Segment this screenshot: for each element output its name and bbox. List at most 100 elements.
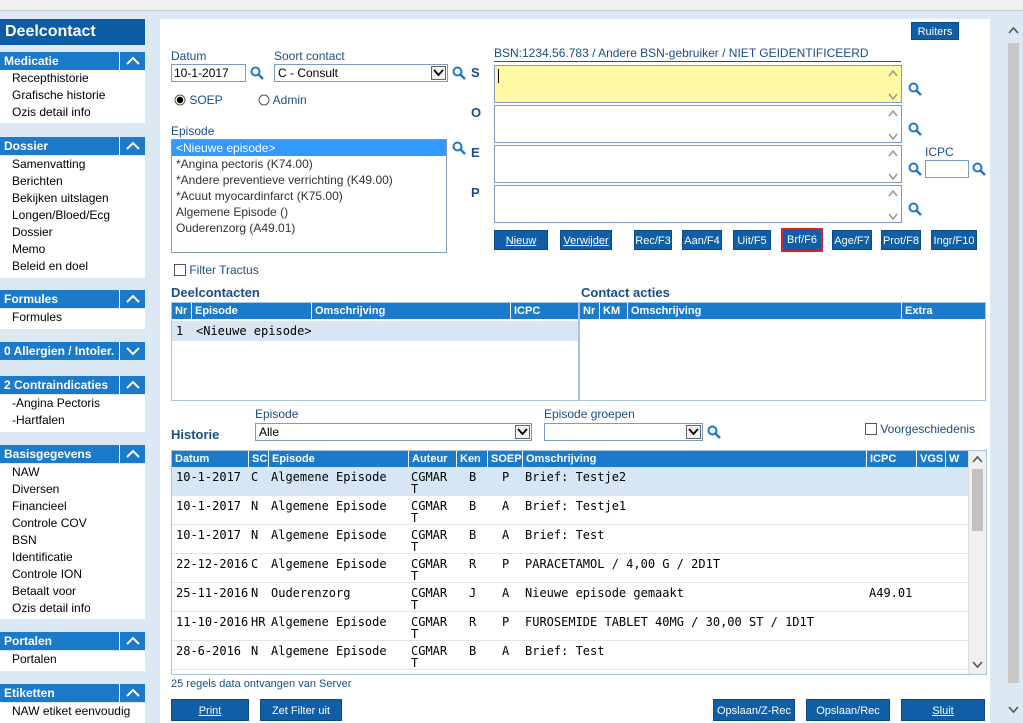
soep-o-textarea[interactable]: [494, 105, 902, 143]
scroll-up-icon[interactable]: [1004, 24, 1023, 38]
col-episode[interactable]: Episode: [191, 303, 238, 319]
table-row[interactable]: 25-11-2016 N Ouderenzorg CGMAR J A Nieuwe epis…: [172, 583, 968, 612]
search-icon[interactable]: [908, 122, 922, 136]
search-icon[interactable]: [972, 162, 986, 176]
search-icon[interactable]: [707, 425, 721, 439]
chevron-down-icon[interactable]: [686, 425, 701, 439]
sidebar-item-formules[interactable]: Formules: [0, 309, 145, 326]
sluit-button[interactable]: Sluit: [901, 699, 985, 721]
chevron-up-icon[interactable]: [119, 290, 145, 308]
prot-f8-button[interactable]: Prot/F8: [881, 230, 921, 250]
chevron-down-icon[interactable]: [431, 66, 446, 80]
sidebar-item-diversen[interactable]: Diversen: [0, 481, 145, 498]
episode-groepen-select[interactable]: [544, 423, 703, 441]
sidebar-item-beleid[interactable]: Beleid en doel: [0, 258, 145, 275]
scroll-thumb[interactable]: [972, 469, 983, 531]
voorgeschiedenis-checkbox[interactable]: Voorgeschiedenis: [865, 422, 975, 436]
table-row[interactable]: 28-6-2016 N Algemene Episode CGMAR B A Brief: …: [172, 641, 968, 670]
sidebar-item-identificatie[interactable]: Identificatie: [0, 549, 145, 566]
section-header-formules[interactable]: Formules: [0, 290, 145, 308]
sidebar-item-hartfalen[interactable]: -Hartfalen: [0, 412, 145, 429]
col-omschrijving[interactable]: Omschrijving: [311, 303, 385, 319]
historie-scrollbar[interactable]: [968, 451, 986, 674]
textarea-scroll-icon[interactable]: [886, 107, 900, 143]
ruiters-button[interactable]: Ruiters: [911, 22, 959, 40]
soep-e-textarea[interactable]: [494, 145, 902, 183]
section-header-medicatie[interactable]: Medicatie: [0, 52, 145, 70]
opslaan-rec-button[interactable]: Opslaan/Rec: [806, 699, 890, 721]
col-nr[interactable]: Nr: [172, 303, 187, 319]
col-extra[interactable]: Extra: [901, 303, 933, 319]
icpc-input[interactable]: [925, 160, 969, 178]
sidebar-item-memo[interactable]: Memo: [0, 241, 145, 258]
soep-p-textarea[interactable]: [494, 185, 902, 223]
episode-list[interactable]: <Nieuwe episode> *Angina pectoris (K74.0…: [171, 139, 447, 253]
section-header-dossier[interactable]: Dossier: [0, 137, 145, 155]
episode-item-selected[interactable]: <Nieuwe episode>: [172, 140, 446, 156]
search-icon[interactable]: [452, 66, 466, 80]
ingr-f10-button[interactable]: Ingr/F10: [931, 230, 977, 250]
episode-item[interactable]: *Andere preventieve verrichting (K49.00): [172, 172, 446, 188]
sidebar-item-ozis-detail[interactable]: Ozis detail info: [0, 104, 145, 121]
episode-item[interactable]: Algemene Episode (): [172, 204, 446, 220]
uit-f5-button[interactable]: Uit/F5: [733, 230, 771, 250]
scroll-up-icon[interactable]: [969, 453, 986, 467]
scroll-thumb[interactable]: [1008, 43, 1019, 683]
rec-f3-button[interactable]: Rec/F3: [634, 230, 672, 250]
episode-item[interactable]: Ouderenzorg (A49.01): [172, 220, 446, 236]
sidebar-item-samenvatting[interactable]: Samenvatting: [0, 156, 145, 173]
col-nr[interactable]: Nr: [580, 303, 595, 319]
search-icon[interactable]: [908, 162, 922, 176]
sidebar-item-controle-ion[interactable]: Controle ION: [0, 566, 145, 583]
age-f7-button[interactable]: Age/F7: [832, 230, 872, 250]
textarea-scroll-icon[interactable]: [886, 67, 900, 103]
sidebar-item-naw-etiket[interactable]: NAW etiket eenvoudig: [0, 703, 145, 720]
sidebar-item-longen[interactable]: Longen/Bloed/Ecg: [0, 207, 145, 224]
sidebar-item-dossier[interactable]: Dossier: [0, 224, 145, 241]
soep-s-textarea[interactable]: [494, 65, 902, 103]
chevron-down-icon[interactable]: [515, 425, 530, 439]
col-sc[interactable]: SC: [248, 451, 267, 467]
section-header-basisgegevens[interactable]: Basisgegevens: [0, 445, 145, 463]
col-omschrijving[interactable]: Omschrijving: [522, 451, 596, 467]
sidebar-item-controle-cov[interactable]: Controle COV: [0, 515, 145, 532]
sidebar-item-angina[interactable]: -Angina Pectoris: [0, 395, 145, 412]
filter-tractus-checkbox[interactable]: Filter Tractus: [174, 263, 259, 277]
datum-input[interactable]: 10-1-2017: [171, 64, 246, 82]
table-row[interactable]: 1 <Nieuwe episode>: [172, 321, 578, 341]
search-icon[interactable]: [452, 141, 466, 155]
section-header-allergien[interactable]: 0 Allergien / Intoler.: [0, 342, 145, 360]
sidebar-item-ozis-detail-2[interactable]: Ozis detail info: [0, 600, 145, 617]
table-row[interactable]: 22-12-2016 C Algemene Episode CGMAR R P PARACE…: [172, 554, 968, 583]
window-scrollbar[interactable]: [1004, 19, 1023, 723]
table-row[interactable]: 11-10-2016 HR Algemene Episode CGMAR R P FUROS…: [172, 612, 968, 641]
table-row[interactable]: 10-1-2017 N Algemene Episode CGMAR B A Brief: …: [172, 525, 968, 554]
textarea-scroll-icon[interactable]: [886, 187, 900, 223]
sidebar-item-recepthistorie[interactable]: Recepthistorie: [0, 70, 145, 87]
sidebar-item-financieel[interactable]: Financieel: [0, 498, 145, 515]
chevron-up-icon[interactable]: [119, 376, 145, 394]
col-datum[interactable]: Datum: [172, 451, 209, 467]
col-icpc[interactable]: ICPC: [510, 303, 540, 319]
chevron-up-icon[interactable]: [119, 632, 145, 650]
col-soep[interactable]: SOEP: [487, 451, 522, 467]
col-auteur[interactable]: Auteur: [408, 451, 447, 467]
chevron-up-icon[interactable]: [119, 52, 145, 70]
episode-item[interactable]: *Angina pectoris (K74.00): [172, 156, 446, 172]
col-icpc[interactable]: ICPC: [866, 451, 896, 467]
section-header-etiketten[interactable]: Etiketten: [0, 684, 145, 702]
section-header-portalen[interactable]: Portalen: [0, 632, 145, 650]
col-vgs[interactable]: VGS: [916, 451, 943, 467]
col-w[interactable]: W: [945, 451, 959, 467]
col-km[interactable]: KM: [599, 303, 620, 319]
search-icon[interactable]: [250, 66, 264, 80]
radio-soep[interactable]: SOEP: [174, 93, 223, 107]
historie-episode-select[interactable]: Alle: [255, 423, 532, 441]
chevron-down-icon[interactable]: [119, 342, 145, 360]
chevron-up-icon[interactable]: [119, 137, 145, 155]
textarea-scroll-icon[interactable]: [886, 147, 900, 183]
nieuw-button[interactable]: Nieuw: [494, 230, 548, 250]
sidebar-item-portalen[interactable]: Portalen: [0, 651, 145, 668]
table-row[interactable]: 10-1-2017 N Algemene Episode CGMAR B A Brief: …: [172, 496, 968, 525]
radio-admin[interactable]: Admin: [258, 93, 307, 107]
